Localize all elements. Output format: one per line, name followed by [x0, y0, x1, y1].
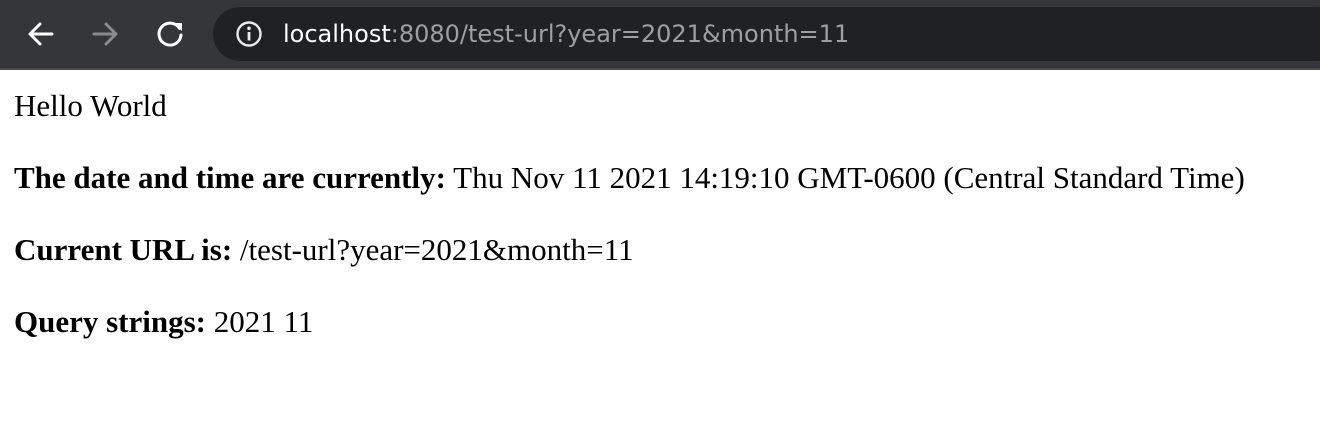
forward-button[interactable]: [84, 13, 126, 55]
reload-icon: [157, 21, 183, 47]
query-value: 2021 11: [213, 304, 314, 339]
reload-button[interactable]: [149, 13, 191, 55]
date-value: Thu Nov 11 2021 14:19:10 GMT-0600 (Centr…: [453, 160, 1245, 195]
date-line: The date and time are currently: Thu Nov…: [14, 160, 1245, 196]
arrow-right-icon: [92, 22, 118, 46]
info-icon[interactable]: [235, 20, 263, 48]
date-label: The date and time are currently:: [14, 160, 446, 195]
arrow-left-icon: [28, 22, 54, 46]
browser-toolbar: localhost:8080/test-url?year=2021&month=…: [0, 0, 1320, 70]
back-button[interactable]: [20, 13, 62, 55]
url-host: localhost: [283, 20, 391, 48]
url-label: Current URL is:: [14, 232, 233, 267]
url-value: /test-url?year=2021&month=11: [239, 232, 634, 267]
greeting-text: Hello World: [14, 88, 167, 123]
query-label: Query strings:: [14, 304, 207, 339]
url-path: :8080/test-url?year=2021&month=11: [390, 20, 850, 48]
address-bar[interactable]: localhost:8080/test-url?year=2021&month=…: [213, 7, 1320, 61]
page-content: Hello World The date and time are curren…: [14, 72, 1245, 340]
address-bar-url[interactable]: localhost:8080/test-url?year=2021&month=…: [283, 7, 849, 61]
query-line: Query strings: 2021 11: [14, 304, 1245, 340]
url-line: Current URL is: /test-url?year=2021&mont…: [14, 232, 1245, 268]
